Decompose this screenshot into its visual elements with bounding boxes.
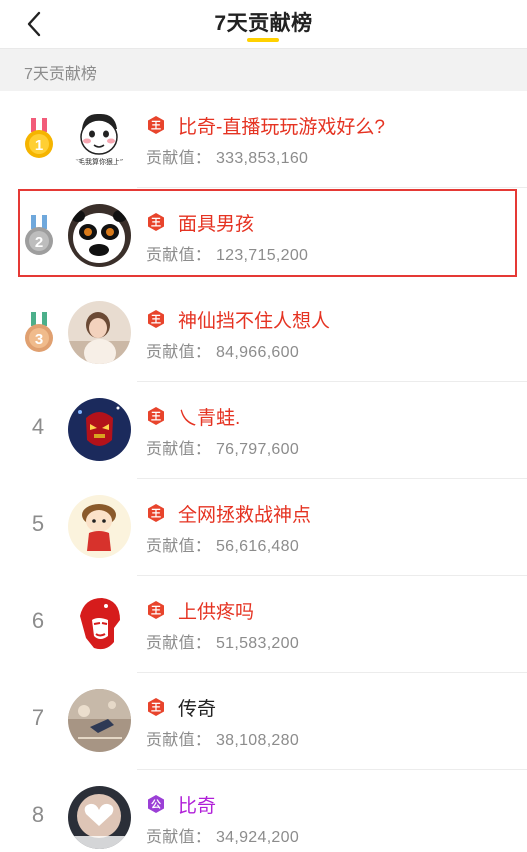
- contribution-score: 贡献值： 38,108,280: [146, 726, 299, 750]
- list-item[interactable]: 7 王 传奇 贡献值： 38,108,280: [0, 673, 527, 770]
- avatar[interactable]: [68, 398, 131, 461]
- wang-badge-icon: 王: [148, 310, 164, 328]
- score-label: 贡献值：: [146, 344, 212, 361]
- user-name: 比奇-直播玩玩游戏好么?: [178, 117, 385, 138]
- wang-badge-icon: 王: [148, 407, 164, 425]
- score-value: 56,616,480: [215, 538, 300, 555]
- contribution-score: 贡献值： 56,616,480: [146, 532, 299, 556]
- score-value: 38,108,280: [215, 732, 300, 749]
- rank-number: 8: [31, 802, 45, 827]
- score-label: 贡献值：: [146, 635, 212, 652]
- wang-badge-icon: 王: [148, 213, 164, 231]
- score-label: 贡献值：: [146, 732, 212, 749]
- score-value: 333,853,160: [215, 150, 309, 167]
- avatar[interactable]: [68, 592, 131, 655]
- svg-text:王: 王: [151, 508, 161, 520]
- svg-text:公: 公: [151, 799, 161, 811]
- list-item[interactable]: 5 王 全网拯救战神点 贡献值： 56,616,480: [0, 479, 527, 576]
- contribution-score: 贡献值： 51,583,200: [146, 629, 299, 653]
- avatar[interactable]: [68, 689, 131, 752]
- user-name: 上供疼吗: [178, 602, 255, 623]
- svg-text:2: 2: [35, 234, 43, 251]
- svg-text:王: 王: [151, 702, 161, 714]
- section-label: 7天贡献榜: [24, 66, 97, 83]
- score-value: 76,797,600: [215, 441, 300, 458]
- avatar[interactable]: [68, 495, 131, 558]
- svg-text:王: 王: [151, 605, 161, 617]
- list-item[interactable]: 6 王 上供疼吗 贡献值： 51,583,200: [0, 576, 527, 673]
- contribution-score: 贡献值： 34,924,200: [146, 823, 299, 847]
- svg-text:王: 王: [151, 411, 161, 423]
- user-name: 传奇: [178, 699, 217, 720]
- gold-medal-icon: 1: [25, 118, 53, 158]
- list-item[interactable]: 8 公 比奇 贡献值： 34,924,200: [0, 770, 527, 852]
- user-name: 比奇: [178, 796, 217, 817]
- svg-text:王: 王: [151, 120, 161, 132]
- contribution-score: 贡献值： 333,853,160: [146, 144, 308, 168]
- score-label: 贡献值：: [146, 150, 212, 167]
- contribution-score: 贡献值： 123,715,200: [146, 241, 308, 265]
- user-name: 面具男孩: [178, 214, 255, 235]
- wang-badge-icon: 王: [148, 504, 164, 522]
- svg-text:1: 1: [35, 137, 43, 154]
- silver-medal-icon: 2: [25, 215, 53, 255]
- avatar[interactable]: [68, 204, 131, 267]
- list-item[interactable]: 1 "毛我算你狠上" 王 比奇-直播玩玩游戏好么? 贡献值： 333,853,1…: [0, 91, 527, 188]
- rank-number: 4: [31, 414, 45, 439]
- score-label: 贡献值：: [146, 829, 212, 846]
- user-name: 乀青蛙.: [178, 408, 241, 429]
- gong-badge-icon: 公: [148, 795, 164, 813]
- svg-text:3: 3: [35, 331, 43, 348]
- score-value: 123,715,200: [215, 247, 309, 264]
- contribution-score: 贡献值： 76,797,600: [146, 435, 299, 459]
- contribution-score: 贡献值： 84,966,600: [146, 338, 299, 362]
- rank-number: 5: [31, 511, 45, 536]
- section-header: 7天贡献榜: [0, 48, 527, 91]
- score-value: 34,924,200: [215, 829, 300, 846]
- score-label: 贡献值：: [146, 538, 212, 555]
- wang-badge-icon: 王: [148, 116, 164, 134]
- page-title: 7天贡献榜: [214, 12, 313, 35]
- avatar-caption: "毛我算你狠上": [75, 157, 123, 166]
- wang-badge-icon: 王: [148, 601, 164, 619]
- wang-badge-icon: 王: [148, 698, 164, 716]
- top-bar: 7天贡献榜: [0, 0, 527, 48]
- rank-number: 6: [31, 608, 45, 633]
- avatar[interactable]: [68, 786, 131, 849]
- score-value: 84,966,600: [215, 344, 300, 361]
- avatar[interactable]: "毛我算你狠上": [68, 107, 131, 170]
- title-underline: [247, 38, 279, 42]
- avatar[interactable]: [68, 301, 131, 364]
- list-item[interactable]: 2 王 面具男孩 贡献值： 123,715,200: [0, 188, 527, 285]
- user-name: 神仙挡不住人想人: [178, 311, 331, 332]
- svg-text:王: 王: [151, 314, 161, 326]
- list-item[interactable]: 3 王 神仙挡不住人想人 贡献值： 84,966,600: [0, 285, 527, 382]
- score-label: 贡献值：: [146, 247, 212, 264]
- bronze-medal-icon: 3: [25, 312, 53, 352]
- user-name: 全网拯救战神点: [178, 505, 312, 526]
- list-item[interactable]: 4 王 乀青蛙. 贡献值： 76,797,600: [0, 382, 527, 479]
- svg-text:王: 王: [151, 217, 161, 229]
- rank-number: 7: [31, 705, 45, 730]
- score-value: 51,583,200: [215, 635, 300, 652]
- score-label: 贡献值：: [146, 441, 212, 458]
